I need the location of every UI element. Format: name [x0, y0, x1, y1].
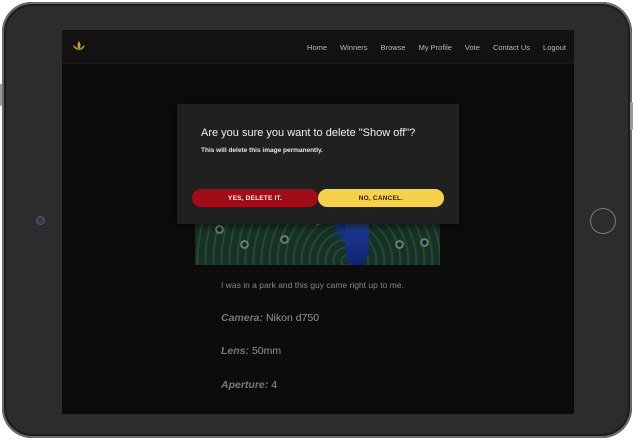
nav-winners[interactable]: Winners: [340, 43, 368, 52]
camera-icon: [36, 216, 45, 225]
nav-my-profile[interactable]: My Profile: [419, 43, 452, 52]
nav-contact-us[interactable]: Contact Us: [493, 43, 530, 52]
modal-overlay[interactable]: Are you sure you want to delete "Show of…: [62, 64, 574, 414]
nav-home[interactable]: Home: [307, 43, 327, 52]
power-button: [630, 102, 633, 130]
delete-confirm-dialog: Are you sure you want to delete "Show of…: [177, 104, 459, 224]
dialog-subtitle: This will delete this image permanently.: [201, 147, 323, 154]
nav-browse[interactable]: Browse: [381, 43, 406, 52]
navbar: Home Winners Browse My Profile Vote Cont…: [62, 30, 574, 64]
home-button[interactable]: [590, 208, 616, 234]
volume-button: [0, 84, 2, 106]
nav-links: Home Winners Browse My Profile Vote Cont…: [294, 30, 566, 64]
nav-logout[interactable]: Logout: [543, 43, 566, 52]
nav-vote[interactable]: Vote: [465, 43, 480, 52]
cancel-button[interactable]: NO, CANCEL.: [318, 189, 444, 207]
confirm-delete-button[interactable]: YES, DELETE IT.: [192, 189, 318, 207]
dialog-title: Are you sure you want to delete "Show of…: [201, 127, 416, 139]
screen: Home Winners Browse My Profile Vote Cont…: [62, 30, 574, 414]
tablet-frame: Home Winners Browse My Profile Vote Cont…: [0, 2, 633, 438]
lotus-icon[interactable]: [72, 40, 86, 52]
